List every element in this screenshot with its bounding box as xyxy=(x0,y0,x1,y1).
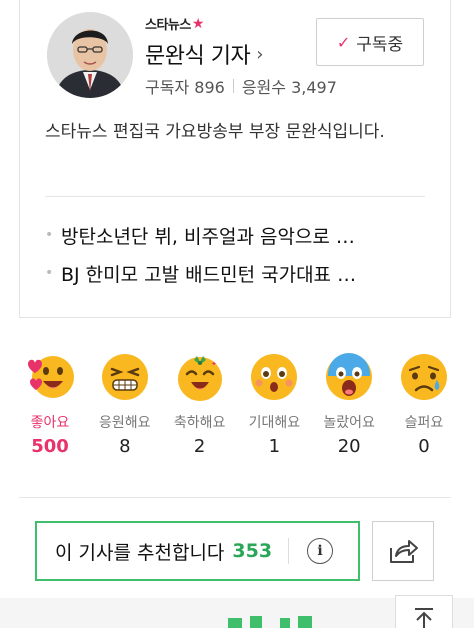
star-icon: ★ xyxy=(191,15,205,32)
recommend-button[interactable]: 이 기사를 추천합니다 353 i xyxy=(35,521,360,581)
reaction-expect[interactable]: 기대해요 1 xyxy=(238,352,310,457)
reaction-label: 응원해요 xyxy=(99,415,151,431)
bullet-icon: • xyxy=(45,265,54,281)
reaction-sad[interactable]: 슬퍼요 0 xyxy=(388,352,460,457)
article-link[interactable]: • 방탄소년단 뷔, 비주얼과 음악으로 … xyxy=(45,216,425,254)
section-divider xyxy=(19,497,451,498)
reaction-label: 좋아요 xyxy=(30,415,70,431)
reaction-label: 놀랐어요 xyxy=(323,415,375,431)
reaction-count: 20 xyxy=(337,436,361,457)
share-button[interactable] xyxy=(372,521,434,581)
bullet-icon: • xyxy=(45,227,54,243)
subscribers-label: 구독자 xyxy=(145,78,190,97)
reporter-description: 스타뉴스 편집국 가요방송부 부장 문완식입니다. xyxy=(45,122,385,142)
scroll-to-top-button[interactable] xyxy=(395,595,453,628)
svg-text:✦: ✦ xyxy=(211,360,217,368)
reaction-count: 2 xyxy=(193,436,206,457)
reporter-article-list: • 방탄소년단 뷔, 비주얼과 음악으로 … • BJ 한미모 고발 배드민턴 … xyxy=(45,216,425,292)
reaction-count: 8 xyxy=(119,436,131,457)
subscribe-label: 구독중 xyxy=(356,34,404,55)
check-icon: ✓ xyxy=(336,32,351,52)
article-link[interactable]: • BJ 한미모 고발 배드민턴 국가대표 … xyxy=(45,254,425,292)
reporter-name: 문완식 기자 xyxy=(145,44,251,69)
reporter-stats: 구독자 896 응원수 3,497 xyxy=(145,74,337,98)
subscribe-button[interactable]: ✓ 구독중 xyxy=(316,18,424,66)
reporter-name-link[interactable]: 문완식 기자 › xyxy=(145,38,263,70)
article-title: BJ 한미모 고발 배드민턴 국가대표 … xyxy=(61,263,357,286)
reaction-count: 0 xyxy=(418,436,430,457)
reaction-like[interactable]: 좋아요 500 xyxy=(14,352,86,457)
cheer-emoji-icon xyxy=(100,352,150,402)
next-section-partial xyxy=(228,616,312,628)
expect-emoji-icon xyxy=(249,352,299,402)
recommend-label: 이 기사를 추천합니다 xyxy=(55,541,225,564)
reaction-count: 1 xyxy=(268,436,281,457)
reporter-card: 스타뉴스 ★ 문완식 기자 › 구독자 896 응원수 3,497 ✓ 구독중 … xyxy=(19,0,451,318)
love-emoji-icon xyxy=(25,352,75,402)
brand-name: 스타뉴스 xyxy=(145,18,191,33)
congrats-emoji-icon: ✦ xyxy=(175,352,225,402)
reporter-avatar[interactable] xyxy=(47,12,133,98)
reaction-label: 축하해요 xyxy=(173,415,226,431)
article-title: 방탄소년단 뷔, 비주얼과 음악으로 … xyxy=(61,225,355,248)
reaction-cheer[interactable]: 응원해요 8 xyxy=(89,352,161,457)
supporters-count: 3,497 xyxy=(291,78,337,97)
reaction-congrats[interactable]: ✦ 축하해요 2 xyxy=(164,352,236,457)
info-icon[interactable]: i xyxy=(307,538,334,564)
chevron-right-icon: › xyxy=(256,43,264,65)
reaction-count: 500 xyxy=(31,436,69,457)
card-divider xyxy=(45,196,425,197)
reaction-surprised[interactable]: 놀랐어요 20 xyxy=(313,352,385,457)
subscribers-count: 896 xyxy=(194,78,225,97)
recommend-divider xyxy=(288,538,290,564)
sad-emoji-icon xyxy=(399,352,449,402)
recommend-count: 353 xyxy=(232,540,273,562)
supporters-label: 응원수 xyxy=(241,78,286,97)
reaction-label: 슬퍼요 xyxy=(404,415,444,431)
brand-logo: 스타뉴스 ★ xyxy=(145,14,205,34)
reaction-bar: 좋아요 500 응원해요 8 ✦ 축하해요 2 기대해요 1 놀랐어요 20 슬… xyxy=(14,352,460,457)
surprised-emoji-icon xyxy=(324,352,374,402)
stats-divider xyxy=(232,79,234,93)
reaction-label: 기대해요 xyxy=(248,415,301,431)
share-icon xyxy=(390,540,418,563)
arrow-up-icon xyxy=(415,608,433,628)
